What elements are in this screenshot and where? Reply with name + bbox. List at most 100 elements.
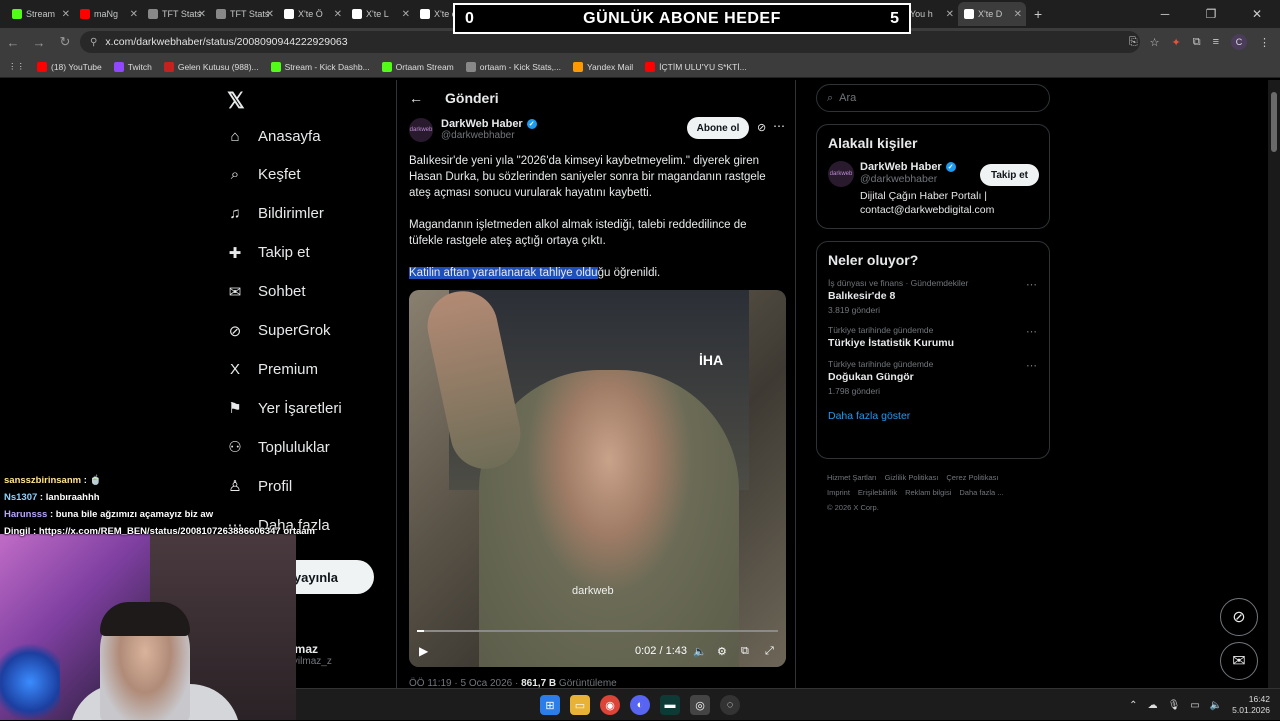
- tab-close-icon[interactable]: ✕: [130, 9, 138, 20]
- tab-close-icon[interactable]: ✕: [334, 9, 342, 20]
- discord-icon[interactable]: ◐: [630, 695, 650, 715]
- author-avatar[interactable]: darkweb: [409, 118, 433, 142]
- messages-fab-icon[interactable]: ✉: [1220, 642, 1258, 680]
- steam-icon[interactable]: ◌: [720, 695, 740, 715]
- x-logo-icon[interactable]: 𝕏: [227, 88, 245, 114]
- bookmark-item[interactable]: İÇTİM ULU'YU S*KTİ...: [645, 61, 747, 72]
- follow-button[interactable]: Takip et: [980, 164, 1039, 186]
- author-name[interactable]: DarkWeb Haber ✓: [441, 118, 537, 130]
- trend-more-icon[interactable]: ⋯: [1026, 325, 1037, 338]
- footer-link[interactable]: Hizmet Şartları: [827, 473, 877, 482]
- author-handle[interactable]: @darkwebhaber: [441, 130, 537, 141]
- tray-chevron-icon[interactable]: ⌃: [1129, 700, 1137, 711]
- settings-icon[interactable]: ⚙: [717, 645, 727, 658]
- scrollbar-thumb[interactable]: [1271, 92, 1277, 152]
- bookmark-item[interactable]: (18) YouTube: [37, 61, 102, 72]
- nav-item[interactable]: ⌕ Keşfet: [226, 166, 301, 184]
- show-more-link[interactable]: Daha fazla göster: [817, 396, 1049, 432]
- bookmark-item[interactable]: Ortaam Stream: [381, 61, 454, 72]
- video-progress-bar[interactable]: [417, 630, 778, 632]
- obs-icon[interactable]: ◎: [690, 695, 710, 715]
- browser-tab[interactable]: X'te L ✕: [346, 2, 414, 26]
- tab-close-icon[interactable]: ✕: [1014, 9, 1022, 20]
- install-app-icon[interactable]: ⎘: [1129, 36, 1138, 49]
- footer-link[interactable]: Gizlilik Politikası: [885, 473, 939, 482]
- video-player[interactable]: İHA darkweb ▶ 0:02 / 1:43 🔈 ⚙ ⧉ ⤢: [409, 290, 786, 667]
- bookmark-item[interactable]: Yandex Mail: [573, 61, 633, 72]
- chrome-icon[interactable]: ◉: [600, 695, 620, 715]
- footer-link[interactable]: Reklam bilgisi: [905, 488, 951, 497]
- grok-fab-icon[interactable]: ⊘: [1220, 598, 1258, 636]
- nav-item[interactable]: X Premium: [226, 360, 318, 378]
- trend-item[interactable]: Türkiye tarihinde gündemde Türkiye İstati…: [817, 325, 1049, 349]
- bookmark-item[interactable]: ortaam - Kick Stats,...: [465, 61, 561, 72]
- bookmark-item[interactable]: Stream - Kick Dashb...: [270, 61, 370, 72]
- volume-icon[interactable]: 🔈: [693, 645, 707, 658]
- extensions-puzzle-icon[interactable]: ⧉: [1193, 36, 1201, 49]
- related-person[interactable]: darkweb DarkWeb Haber ✓ @darkwebhaber Dij…: [817, 151, 1049, 227]
- start-icon[interactable]: ⊞: [540, 695, 560, 715]
- tab-close-icon[interactable]: ✕: [62, 9, 70, 20]
- related-name[interactable]: DarkWeb Haber ✓: [860, 161, 1000, 173]
- footer-link[interactable]: Çerez Politikası: [946, 473, 998, 482]
- search-input[interactable]: ⌕ Ara: [816, 84, 1050, 112]
- tray-app-icon[interactable]: ☁: [1148, 700, 1158, 711]
- back-icon[interactable]: ←: [409, 90, 423, 106]
- apps-grid-icon[interactable]: ⋮⋮: [8, 61, 25, 72]
- display-icon[interactable]: ▭: [1190, 700, 1199, 711]
- play-icon[interactable]: ▶: [419, 644, 428, 658]
- trend-more-icon[interactable]: ⋯: [1026, 359, 1037, 372]
- tab-close-icon[interactable]: ✕: [402, 9, 410, 20]
- footer-link[interactable]: © 2026 X Corp.: [827, 503, 879, 512]
- app-icon[interactable]: ▬: [660, 695, 680, 715]
- bookmark-item[interactable]: Gelen Kutusu (988)...: [163, 61, 259, 72]
- url-bar[interactable]: ⚲ x.com/darkwebhaber/status/200809094422…: [80, 31, 1140, 53]
- reload-icon[interactable]: ↻: [52, 34, 78, 50]
- tab-close-icon[interactable]: ✕: [266, 9, 274, 20]
- microphone-icon[interactable]: 🎙: [1168, 700, 1181, 711]
- clock[interactable]: 16:42 5.01.2026: [1232, 694, 1270, 716]
- nav-item[interactable]: ⚇ Topluluklar: [226, 438, 329, 457]
- file-explorer-icon[interactable]: ▭: [570, 695, 590, 715]
- footer-link[interactable]: Imprint: [827, 488, 850, 497]
- footer-link[interactable]: Erişilebilirlik: [858, 488, 897, 497]
- nav-item[interactable]: ✉ Sohbet: [226, 283, 306, 301]
- nav-item[interactable]: ⚑ Yer İşaretleri: [226, 399, 341, 418]
- subscribe-button[interactable]: Abone ol: [687, 117, 749, 139]
- media-control-icon[interactable]: ≡: [1213, 36, 1219, 48]
- bookmark-item[interactable]: Twitch: [113, 61, 152, 72]
- page-scrollbar[interactable]: [1268, 80, 1280, 688]
- nav-item[interactable]: ✚ Takip et: [226, 244, 310, 262]
- site-info-icon[interactable]: ⚲: [90, 37, 97, 48]
- grok-icon[interactable]: ⊘: [757, 121, 766, 134]
- back-arrow-icon[interactable]: ←: [0, 35, 26, 50]
- trend-item[interactable]: Türkiye tarihinde gündemde Doğukan Güngör…: [817, 359, 1049, 396]
- forward-arrow-icon[interactable]: →: [26, 35, 52, 50]
- browser-tab[interactable]: X'te Ö ✕: [278, 2, 346, 26]
- menu-kebab-icon[interactable]: ⋮: [1259, 36, 1270, 49]
- bookmark-star-icon[interactable]: ☆: [1150, 36, 1160, 49]
- profile-avatar[interactable]: C: [1231, 34, 1247, 50]
- related-avatar[interactable]: darkweb: [828, 161, 854, 187]
- footer-link[interactable]: Daha fazla ...: [959, 488, 1003, 497]
- minimize-icon[interactable]: ─: [1142, 0, 1188, 28]
- tab-close-icon[interactable]: ✕: [946, 9, 954, 20]
- browser-tab[interactable]: TFT Stats ✕: [210, 2, 278, 26]
- extension-icon[interactable]: ✦: [1172, 36, 1181, 49]
- trend-more-icon[interactable]: ⋯: [1026, 278, 1037, 291]
- speaker-icon[interactable]: 🔈: [1210, 700, 1222, 711]
- post-more-icon[interactable]: ⋯: [773, 119, 785, 133]
- restore-icon[interactable]: ❐: [1188, 0, 1234, 28]
- browser-tab[interactable]: TFT Stats ✕: [142, 2, 210, 26]
- nav-item[interactable]: ⊘ SuperGrok: [226, 322, 331, 340]
- nav-item[interactable]: ⌂ Anasayfa: [226, 127, 320, 145]
- tab-close-icon[interactable]: ✕: [198, 9, 206, 20]
- close-window-icon[interactable]: ✕: [1234, 0, 1280, 28]
- post-timestamp[interactable]: ÖÖ 11:19 · 5 Oca 2026 ·: [409, 678, 521, 688]
- browser-tab[interactable]: Stream ✕: [6, 2, 74, 26]
- nav-item[interactable]: ♫ Bildirimler: [226, 205, 323, 223]
- browser-tab[interactable]: X'te D ✕: [958, 2, 1026, 26]
- pip-icon[interactable]: ⧉: [741, 645, 749, 658]
- new-tab-icon[interactable]: +: [1034, 6, 1042, 22]
- browser-tab[interactable]: maNg ✕: [74, 2, 142, 26]
